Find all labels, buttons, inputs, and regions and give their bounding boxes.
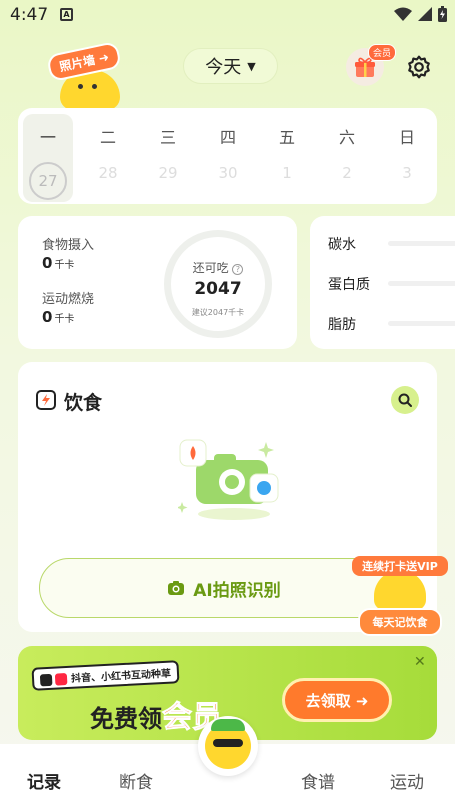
macro-bar-carbs <box>388 241 455 246</box>
date-picker[interactable]: 今天 ▼ <box>183 48 278 84</box>
remaining-calories-ring: 还可吃 ? 2047 建议2047千卡 <box>164 230 272 338</box>
chick-mascot-icon <box>205 719 251 769</box>
tiktok-icon <box>39 673 53 687</box>
food-intake-number: 0 <box>42 254 53 272</box>
diet-search-button[interactable] <box>391 386 419 414</box>
status-time: 4:47 <box>10 5 49 25</box>
checkin-vip-promo[interactable]: 连续打卡送VIP 每天记饮食 <box>352 556 448 636</box>
macro-label-fat: 脂肪 <box>328 317 356 333</box>
remaining-label-row: 还可吃 ? <box>171 259 265 276</box>
signal-icon <box>418 7 432 21</box>
caret-down-icon: ▼ <box>247 59 256 73</box>
nav-exercise[interactable]: 运动 <box>390 768 424 793</box>
status-a-icon: A <box>60 8 73 21</box>
info-icon[interactable]: ? <box>232 264 244 275</box>
vip-badge: 会员 <box>368 44 397 61</box>
date-label: 今天 <box>205 57 242 78</box>
date-number: 28 <box>98 164 118 182</box>
chick-mascot-icon <box>374 570 426 610</box>
checkin-top-label: 连续打卡送VIP <box>352 556 448 576</box>
banner-tag-label: 抖音、小红书互动种草 <box>70 668 172 685</box>
status-icons <box>394 6 447 22</box>
week-day[interactable]: 一 27 <box>23 114 73 202</box>
ai-button-label: AI拍照识别 <box>193 580 281 601</box>
weekday-label: 六 <box>338 128 355 147</box>
camera-illustration-icon <box>178 439 279 520</box>
exercise-burn-number: 0 <box>42 308 53 326</box>
week-day[interactable]: 三 29 <box>143 108 193 198</box>
camera-icon <box>168 581 185 595</box>
macros-card[interactable]: 碳水 蛋白质 脂肪 <box>310 216 455 349</box>
remaining-value: 2047 <box>194 279 242 299</box>
status-bar: 4:47 A <box>0 0 455 30</box>
battery-icon <box>438 6 447 22</box>
date-number: 1 <box>282 164 292 182</box>
banner-close-button[interactable]: ✕ <box>414 654 426 670</box>
diet-title: 饮食 <box>64 392 103 414</box>
weekday-label: 二 <box>99 128 116 147</box>
week-day[interactable]: 六 2 <box>322 108 372 198</box>
nav-center-mascot-button[interactable] <box>198 716 258 776</box>
macro-bar-fat <box>388 321 455 326</box>
week-calendar: 一 27 二 28 三 29 四 30 五 1 六 2 日 3 <box>18 108 437 204</box>
food-intake-unit: 千卡 <box>54 260 75 271</box>
week-day[interactable]: 日 3 <box>382 108 432 198</box>
photo-wall-button[interactable]: 照片墙 ➜ <box>44 40 134 110</box>
banner-claim-label: 去领取 ➜ <box>305 691 369 710</box>
weekday-label: 四 <box>219 128 236 147</box>
date-number: 3 <box>402 164 412 182</box>
macro-label-carbs: 碳水 <box>328 237 356 253</box>
xiaohongshu-icon <box>55 672 68 686</box>
diet-bolt-icon <box>36 390 56 410</box>
suggested-calories: 建议2047千卡 <box>191 308 245 317</box>
search-icon <box>398 393 412 407</box>
date-number: 30 <box>218 164 238 182</box>
week-day[interactable]: 五 1 <box>262 108 312 198</box>
date-number: 2 <box>342 164 352 182</box>
exercise-burn-unit: 千卡 <box>54 314 75 325</box>
nav-recipes[interactable]: 食谱 <box>301 768 335 793</box>
exercise-burn-label: 运动燃烧 <box>42 292 95 307</box>
calorie-summary-card[interactable]: 食物摄入 0 千卡 运动燃烧 0 千卡 还可吃 ? 2047 建议2047千卡 <box>18 216 297 349</box>
weekday-label: 日 <box>398 128 415 147</box>
nav-record[interactable]: 记录 <box>27 768 61 797</box>
food-intake-label: 食物摄入 <box>42 238 95 253</box>
banner-free-label: 免费领 <box>90 705 162 733</box>
banner-social-tag: 抖音、小红书互动种草 <box>31 660 180 691</box>
banner-claim-button[interactable]: 去领取 ➜ <box>282 678 392 722</box>
nav-fasting[interactable]: 断食 <box>119 768 153 793</box>
wifi-icon <box>394 7 412 21</box>
week-day[interactable]: 二 28 <box>83 108 133 198</box>
settings-gear-icon[interactable] <box>406 54 432 80</box>
date-number: 29 <box>158 164 178 182</box>
food-intake-value: 0 千卡 <box>42 254 74 272</box>
weekday-label: 五 <box>278 128 295 147</box>
exercise-burn-value: 0 千卡 <box>42 308 74 326</box>
macro-bar-protein <box>388 281 455 286</box>
weekday-label: 一 <box>39 128 56 147</box>
remaining-label: 还可吃 <box>192 261 229 275</box>
date-number: 27 <box>29 162 67 200</box>
week-day[interactable]: 四 30 <box>203 108 253 198</box>
checkin-bottom-label: 每天记饮食 <box>358 608 442 636</box>
macro-label-protein: 蛋白质 <box>328 277 370 293</box>
weekday-label: 三 <box>159 128 176 147</box>
